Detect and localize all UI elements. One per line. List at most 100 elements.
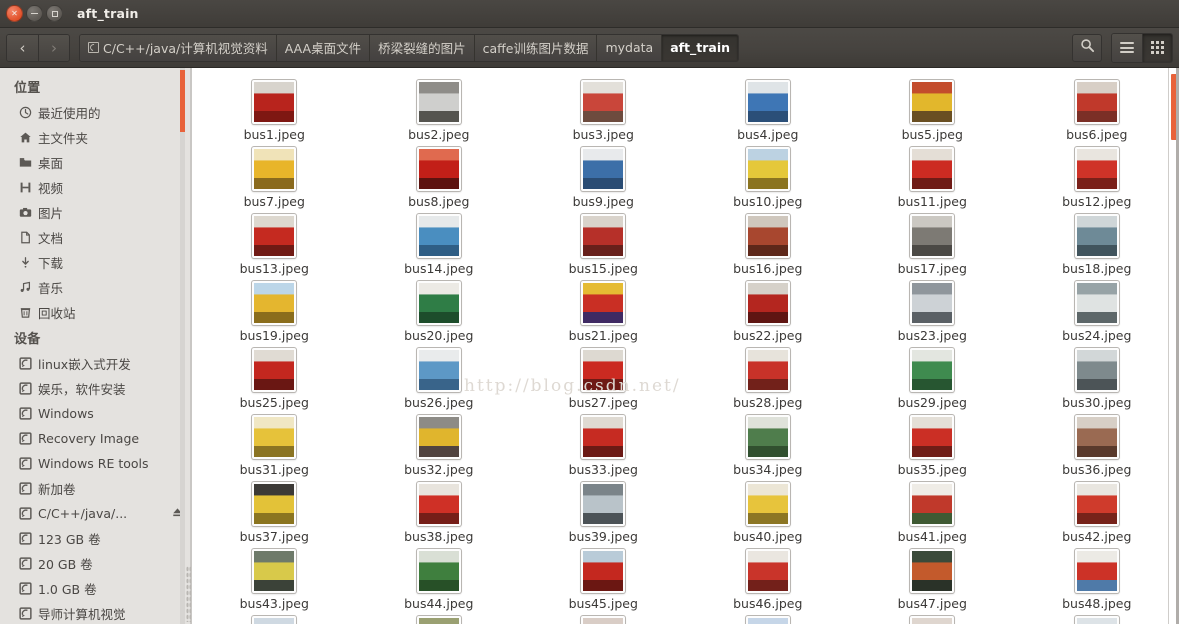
file-item[interactable]: bus3.jpeg (521, 76, 686, 143)
file-item[interactable]: bus21.jpeg (521, 277, 686, 344)
list-view-button[interactable] (1112, 33, 1142, 62)
sidebar-item-label: linux嵌入式开发 (38, 357, 131, 372)
file-item[interactable]: bus5.jpeg (850, 76, 1015, 143)
breadcrumb-item[interactable]: AAA桌面文件 (275, 34, 370, 61)
search-button[interactable] (1072, 33, 1102, 62)
file-item[interactable]: bus18.jpeg (1015, 210, 1179, 277)
file-item[interactable]: bus40.jpeg (686, 478, 851, 545)
sidebar-item[interactable]: Recovery Image (0, 426, 192, 451)
file-item[interactable]: bus37.jpeg (192, 478, 357, 545)
file-item[interactable]: bus45.jpeg (521, 545, 686, 612)
sidebar-scrollbar-thumb[interactable] (180, 70, 185, 132)
breadcrumb-item[interactable]: aft_train (661, 34, 739, 61)
sidebar-item[interactable]: 20 GB 卷 (0, 551, 192, 576)
file-item[interactable]: bus22.jpeg (686, 277, 851, 344)
sidebar-item[interactable]: Windows RE tools (0, 451, 192, 476)
drive-icon (18, 432, 32, 445)
breadcrumb: C/C++/java/计算机视觉资料 AAA桌面文件 桥梁裂缝的图片 caffe训练图… (79, 33, 740, 62)
grid-view-button[interactable] (1142, 33, 1172, 62)
file-item[interactable]: bus42.jpeg (1015, 478, 1179, 545)
maximize-button[interactable] (46, 5, 63, 22)
sidebar-item[interactable]: C/C++/java/... (0, 501, 192, 526)
minimize-button[interactable] (26, 5, 43, 22)
file-item[interactable]: bus8.jpeg (357, 143, 522, 210)
file-item[interactable]: bus10.jpeg (686, 143, 851, 210)
breadcrumb-item[interactable]: mydata (596, 34, 662, 61)
file-item[interactable]: bus36.jpeg (1015, 411, 1179, 478)
file-item[interactable]: bus33.jpeg (521, 411, 686, 478)
breadcrumb-item[interactable]: 桥梁裂缝的图片 (369, 34, 474, 61)
file-item[interactable]: bus9.jpeg (521, 143, 686, 210)
file-item[interactable]: bus2.jpeg (357, 76, 522, 143)
file-item[interactable]: bus25.jpeg (192, 344, 357, 411)
sidebar-item[interactable]: 导师计算机视觉 (0, 601, 192, 624)
sidebar-item[interactable]: 回收站 (0, 300, 192, 325)
sidebar-item[interactable]: 1.0 GB 卷 (0, 576, 192, 601)
file-item[interactable]: bus15.jpeg (521, 210, 686, 277)
file-item[interactable]: bus20.jpeg (357, 277, 522, 344)
thumbnail-image (254, 82, 295, 122)
sidebar-item[interactable]: 桌面 (0, 150, 192, 175)
sidebar-resize-grip[interactable] (186, 566, 191, 622)
sidebar-item[interactable]: linux嵌入式开发 (0, 351, 192, 376)
file-item[interactable]: bus38.jpeg (357, 478, 522, 545)
file-item[interactable] (686, 612, 851, 624)
music-icon (18, 281, 32, 294)
file-item[interactable]: bus16.jpeg (686, 210, 851, 277)
file-item[interactable]: bus19.jpeg (192, 277, 357, 344)
sidebar-item[interactable]: 文档 (0, 225, 192, 250)
file-item[interactable] (357, 612, 522, 624)
file-item[interactable]: bus1.jpeg (192, 76, 357, 143)
sidebar-item[interactable]: 视频 (0, 175, 192, 200)
file-item[interactable]: bus44.jpeg (357, 545, 522, 612)
file-item[interactable]: bus30.jpeg (1015, 344, 1179, 411)
sidebar-scrollbar[interactable] (180, 68, 185, 624)
sidebar-item[interactable]: 娱乐，软件安装 (0, 376, 192, 401)
file-item[interactable]: bus28.jpeg (686, 344, 851, 411)
file-item[interactable]: bus26.jpeg (357, 344, 522, 411)
file-grid-area[interactable]: bus1.jpeg bus2.jpeg bus3.jpeg bus4.jpeg bus5… (192, 68, 1179, 624)
file-item[interactable]: bus17.jpeg (850, 210, 1015, 277)
file-item[interactable]: bus11.jpeg (850, 143, 1015, 210)
sidebar-item[interactable]: 123 GB 卷 (0, 526, 192, 551)
file-item[interactable]: bus41.jpeg (850, 478, 1015, 545)
sidebar-item[interactable]: 主文件夹 (0, 125, 192, 150)
close-button[interactable]: ✕ (6, 5, 23, 22)
file-item[interactable]: bus7.jpeg (192, 143, 357, 210)
file-item[interactable]: bus47.jpeg (850, 545, 1015, 612)
file-item[interactable]: bus29.jpeg (850, 344, 1015, 411)
file-item[interactable] (1015, 612, 1179, 624)
file-item[interactable]: bus12.jpeg (1015, 143, 1179, 210)
file-item[interactable]: bus4.jpeg (686, 76, 851, 143)
sidebar-item[interactable]: 下载 (0, 250, 192, 275)
file-item[interactable]: bus35.jpeg (850, 411, 1015, 478)
breadcrumb-item[interactable]: C/C++/java/计算机视觉资料 (80, 34, 276, 61)
file-item[interactable]: bus48.jpeg (1015, 545, 1179, 612)
thumbnail-image (1076, 417, 1117, 457)
sidebar-item[interactable]: 图片 (0, 200, 192, 225)
sidebar-item[interactable]: 最近使用的 (0, 100, 192, 125)
file-item[interactable]: bus13.jpeg (192, 210, 357, 277)
file-item[interactable]: bus34.jpeg (686, 411, 851, 478)
file-item[interactable]: bus39.jpeg (521, 478, 686, 545)
file-item[interactable]: bus24.jpeg (1015, 277, 1179, 344)
file-item[interactable] (192, 612, 357, 624)
sidebar-item[interactable]: 新加卷 (0, 476, 192, 501)
file-item[interactable]: bus27.jpeg (521, 344, 686, 411)
sidebar-item[interactable]: Windows (0, 401, 192, 426)
file-item[interactable]: bus32.jpeg (357, 411, 522, 478)
file-item[interactable]: bus46.jpeg (686, 545, 851, 612)
file-thumbnail (910, 482, 955, 526)
forward-button[interactable]: › (38, 34, 69, 61)
back-button[interactable]: ‹ (7, 34, 38, 61)
file-item[interactable]: bus14.jpeg (357, 210, 522, 277)
file-item[interactable]: bus31.jpeg (192, 411, 357, 478)
sidebar-item[interactable]: 音乐 (0, 275, 192, 300)
file-item[interactable]: bus6.jpeg (1015, 76, 1179, 143)
file-item[interactable] (850, 612, 1015, 624)
breadcrumb-item[interactable]: caffe训练图片数据 (473, 34, 597, 61)
file-item[interactable]: bus23.jpeg (850, 277, 1015, 344)
file-item[interactable] (521, 612, 686, 624)
file-item[interactable]: bus43.jpeg (192, 545, 357, 612)
file-name: bus40.jpeg (733, 529, 803, 544)
